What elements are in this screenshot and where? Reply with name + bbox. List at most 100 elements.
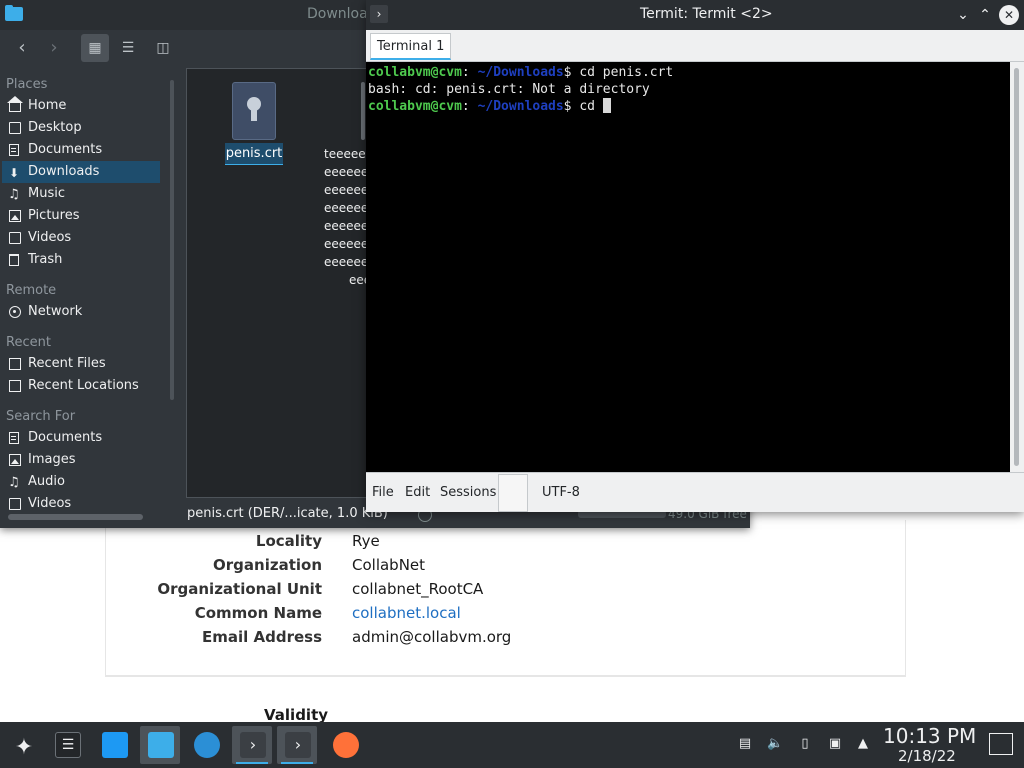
encoding-label[interactable]: UTF-8 [542,485,580,500]
prompt-symbol: $ [563,99,580,114]
terminal-icon: › [285,732,311,758]
recent-header: Recent [6,335,51,350]
terminal-screen[interactable]: collabvm@cvm: ~/Downloads$ cd penis.crt … [366,62,1010,472]
cert-value: CollabNet [352,556,426,574]
folder-icon [148,732,174,758]
terminal-window: › Termit: Termit <2> ⌄ ⌃ ✕ Terminal 1 co… [366,0,1024,512]
place-item-pictures[interactable]: Pictures [2,205,160,227]
scrollbar-thumb[interactable] [1014,68,1019,466]
taskbar-terminal-1[interactable]: › [232,726,272,764]
video-icon [9,232,21,244]
grid-icon: ▦ [88,40,102,56]
cert-label: Email Address [201,628,322,646]
audio-icon [8,472,21,494]
store-bag-icon [102,732,128,758]
place-item-search-videos[interactable]: Videos [2,493,160,512]
cert-row-common-name: Common Name collabnet.local [106,604,907,628]
place-label: Images [28,452,76,467]
places-horizontal-scrollbar[interactable] [8,514,143,520]
menu-file[interactable]: File [372,485,394,500]
menu-sessions[interactable]: Sessions [440,485,496,500]
details-view-button[interactable]: ◫ [149,34,177,62]
cert-value: Rye [352,532,380,550]
taskbar-dolphin[interactable] [140,726,180,764]
remote-header: Remote [6,283,57,298]
picture-icon [9,210,21,222]
clipboard-icon[interactable]: ▤ [737,736,753,752]
desktop-icon [9,122,21,134]
network-icon[interactable]: ▣ [827,736,843,752]
place-item-search-documents[interactable]: Documents [2,427,160,449]
terminal-titlebar[interactable]: › Termit: Termit <2> ⌄ ⌃ ✕ [366,0,1024,30]
tab-terminal-1[interactable]: Terminal 1 [370,33,452,60]
file-preview-text: eeeeee [324,237,369,251]
prompt-symbol: $ [563,65,580,80]
place-item-recent-files[interactable]: Recent Files [2,353,160,375]
command-text: cd penis.crt [579,65,674,80]
icons-view-button[interactable]: ▦ [81,34,109,62]
cert-row-organization: Organization CollabNet [106,556,907,580]
place-item-videos[interactable]: Videos [2,227,160,249]
chevron-up-icon[interactable]: ▲ [855,736,871,752]
place-item-home[interactable]: Home [2,95,160,117]
file-view-scrollbar[interactable] [361,82,365,140]
image-icon [9,454,21,466]
place-item-trash[interactable]: Trash [2,249,160,271]
clock-date[interactable]: 2/18/22 [898,747,956,765]
chevron-right-icon: › [50,37,58,58]
places-scrollbar[interactable] [170,80,174,400]
place-label: Music [28,186,65,201]
place-label: Videos [28,230,72,245]
taskbar-firefox[interactable] [325,726,365,764]
back-button[interactable]: ‹ [8,34,36,62]
command-input[interactable]: cd [579,99,602,114]
terminal-line: bash: cd: penis.crt: Not a directory [368,81,1008,98]
prompt-path: ~/Downloads [469,99,564,114]
menu-edit[interactable]: Edit [405,485,430,500]
place-item-documents[interactable]: Documents [2,139,160,161]
sliders-icon: ☰ [55,732,81,758]
command-output: bash: cd: penis.crt: Not a directory [368,82,650,97]
taskbar-discover[interactable] [94,726,134,764]
place-label: Audio [28,474,65,489]
common-name-link[interactable]: collabnet.local [352,604,461,622]
cert-row-organizational-unit: Organizational Unit collabnet_RootCA [106,580,907,604]
video-icon [9,498,21,510]
place-item-recent-locations[interactable]: Recent Locations [2,375,160,397]
show-desktop-button[interactable] [989,733,1013,755]
place-item-music[interactable]: Music [2,183,160,206]
file-name-label[interactable]: penis.crt [225,143,283,165]
cert-label: Common Name [194,604,322,622]
place-item-search-audio[interactable]: Audio [2,471,160,494]
recent-files-icon [9,358,21,370]
forward-button[interactable]: › [40,34,68,62]
place-item-search-images[interactable]: Images [2,449,160,471]
cert-value: admin@collabvm.org [352,628,512,646]
launcher-icon: ✦ [14,735,34,760]
volume-muted-icon[interactable]: 🔈 [767,736,783,752]
application-launcher[interactable]: ✦ [2,726,42,764]
terminal-tab-bar: Terminal 1 [366,30,1024,62]
prompt-user: collabvm@cvm [368,65,462,80]
menu-empty-button[interactable] [498,474,528,512]
maximize-button[interactable]: ⌃ [974,4,996,26]
folder-icon [5,5,23,21]
terminal-scrollbar[interactable] [1010,62,1024,472]
place-item-downloads[interactable]: Downloads [2,161,160,184]
usb-drive-icon[interactable]: ▯ [797,736,813,752]
place-item-desktop[interactable]: Desktop [2,117,160,139]
chevron-down-icon: ⌄ [957,7,969,23]
globe-icon [194,732,220,758]
minimize-button[interactable]: ⌄ [952,4,974,26]
terminal-line: collabvm@cvm: ~/Downloads$ cd penis.crt [368,64,1008,81]
place-item-network[interactable]: Network [2,301,160,323]
close-button[interactable]: ✕ [999,5,1019,25]
file-preview-text: eeeeee [324,201,369,215]
certificate-file-icon[interactable] [232,82,276,140]
taskbar-terminal-2[interactable]: › [277,726,317,764]
place-label: Home [28,98,67,113]
clock-time[interactable]: 10:13 PM [883,724,976,748]
taskbar-browser[interactable] [186,726,226,764]
compact-view-button[interactable]: ☰ [114,34,142,62]
taskbar-settings[interactable]: ☰ [47,726,87,764]
